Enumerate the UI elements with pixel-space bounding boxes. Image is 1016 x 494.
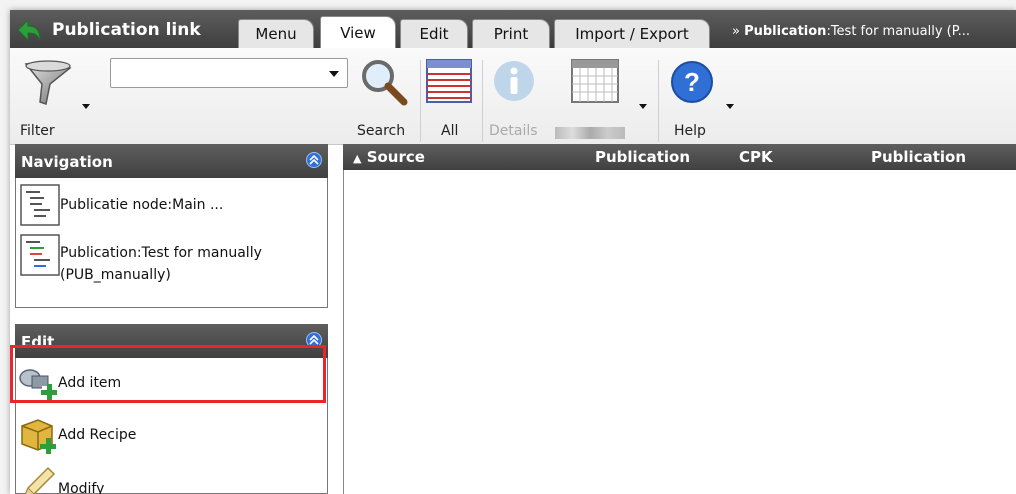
add-recipe-button[interactable]: Add Recipe bbox=[18, 416, 136, 456]
help-label[interactable]: Help bbox=[674, 123, 706, 139]
tree-document-icon bbox=[20, 184, 60, 226]
filter-label[interactable]: Filter bbox=[20, 123, 55, 139]
all-label[interactable]: All bbox=[441, 123, 458, 139]
all-list-icon[interactable] bbox=[425, 58, 473, 104]
tab-import-export[interactable]: Import / Export bbox=[554, 19, 710, 48]
back-arrow-icon[interactable] bbox=[16, 18, 42, 42]
app-title-text: Publication link bbox=[52, 20, 201, 40]
tab-print[interactable]: Print bbox=[472, 19, 550, 48]
nav-item-label: Publicatie node:Main ... bbox=[60, 197, 224, 213]
column-header-label: Source bbox=[366, 148, 425, 166]
tab-menu-label: Menu bbox=[255, 25, 297, 43]
modify-button[interactable]: Modify bbox=[18, 464, 104, 494]
navigation-panel-title: Navigation bbox=[21, 153, 113, 171]
navigation-panel-header[interactable]: Navigation bbox=[15, 144, 328, 178]
main-content: ▲ Source Publication CPK Publication bbox=[343, 144, 1016, 494]
navigation-panel-body: Publicatie node:Main ... Publication:Tes… bbox=[15, 178, 328, 308]
breadcrumb-rest: :Test for manually (P... bbox=[826, 24, 970, 39]
add-recipe-label: Add Recipe bbox=[58, 427, 137, 443]
svg-text:?: ? bbox=[684, 67, 700, 97]
tab-import-export-label: Import / Export bbox=[575, 25, 689, 43]
column-header-source[interactable]: ▲ Source bbox=[353, 148, 425, 166]
sidebar: Navigation Publicatie node:Main ... Publ… bbox=[15, 144, 330, 494]
search-label[interactable]: Search bbox=[357, 123, 405, 139]
nav-item-label: Publication:Test for manually (PUB_manua… bbox=[60, 245, 262, 283]
chevron-down-icon[interactable] bbox=[329, 71, 339, 77]
toolbar-separator bbox=[420, 60, 421, 142]
search-select[interactable] bbox=[110, 58, 348, 88]
tree-document-icon bbox=[20, 234, 60, 276]
nav-item-publication[interactable]: Publication:Test for manually (PUB_manua… bbox=[20, 234, 310, 286]
breadcrumb-strong: Publication bbox=[744, 24, 827, 39]
add-item-highlight bbox=[10, 345, 326, 403]
column-header-cpk[interactable]: CPK bbox=[739, 148, 773, 166]
info-icon bbox=[494, 61, 534, 101]
filter-icon[interactable] bbox=[20, 58, 76, 108]
tab-menu[interactable]: Menu bbox=[238, 19, 314, 48]
grid-view-icon[interactable] bbox=[570, 58, 620, 104]
app-title[interactable]: Publication link bbox=[16, 18, 201, 42]
column-header-publication-2[interactable]: Publication bbox=[871, 148, 966, 166]
filter-dropdown-arrow[interactable] bbox=[82, 104, 90, 109]
sort-asc-icon: ▲ bbox=[353, 152, 362, 165]
add-recipe-icon bbox=[21, 419, 56, 454]
toolbar: Filter Search All Details ? Help bbox=[10, 48, 1016, 145]
search-icon[interactable] bbox=[358, 56, 410, 108]
column-header-publication[interactable]: Publication bbox=[595, 148, 690, 166]
modify-label: Modify bbox=[58, 481, 105, 494]
tab-view-label: View bbox=[340, 23, 376, 42]
grid-view-dropdown-arrow[interactable] bbox=[639, 104, 647, 109]
breadcrumb-prefix: » bbox=[732, 24, 745, 39]
toolbar-separator bbox=[482, 60, 483, 142]
grid-header: ▲ Source Publication CPK Publication bbox=[343, 144, 1016, 170]
blurred-value bbox=[555, 127, 625, 139]
tab-view[interactable]: View bbox=[320, 16, 396, 48]
toolbar-separator bbox=[658, 60, 659, 142]
top-tab-bar: Publication link Menu View Edit Print Im… bbox=[10, 10, 1016, 48]
pencil-icon bbox=[24, 466, 56, 494]
collapse-icon[interactable] bbox=[306, 152, 322, 168]
details-label: Details bbox=[489, 123, 538, 139]
grid-body bbox=[343, 170, 1016, 494]
tab-edit-label: Edit bbox=[419, 25, 449, 43]
tab-edit[interactable]: Edit bbox=[400, 19, 468, 48]
help-dropdown-arrow[interactable] bbox=[726, 104, 734, 109]
nav-item-publicatie-node[interactable]: Publicatie node:Main ... bbox=[20, 184, 223, 226]
breadcrumb[interactable]: » Publication:Test for manually (P... bbox=[732, 24, 970, 39]
help-icon[interactable]: ? bbox=[670, 60, 714, 104]
app-window: Publication link Menu View Edit Print Im… bbox=[10, 10, 1016, 494]
tab-print-label: Print bbox=[493, 25, 529, 43]
